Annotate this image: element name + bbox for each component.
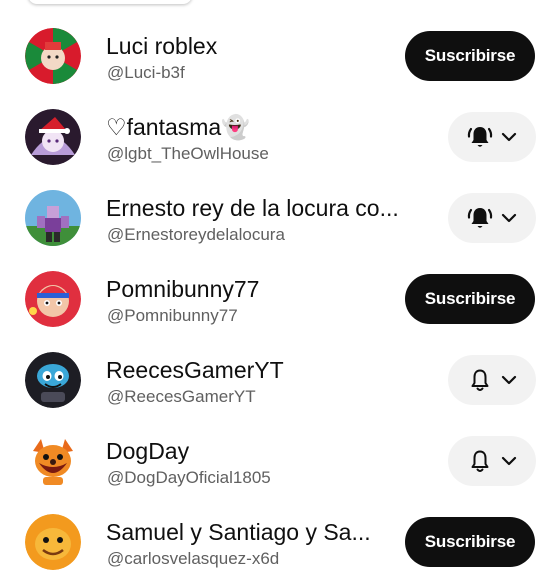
channel-handle: @Ernestoreydelalocura bbox=[107, 225, 285, 244]
avatar-image bbox=[25, 433, 81, 489]
channel-row[interactable]: ♡fantasma👻 @lgbt_TheOwlHouse bbox=[0, 97, 560, 178]
channel-handle: @lgbt_TheOwlHouse bbox=[107, 144, 269, 163]
channel-row[interactable]: DogDay @DogDayOficial1805 bbox=[0, 421, 560, 502]
chevron-down-icon bbox=[501, 375, 517, 385]
avatar-image bbox=[25, 28, 81, 84]
channel-avatar[interactable] bbox=[25, 271, 81, 327]
avatar-image bbox=[25, 352, 81, 408]
avatar-image bbox=[25, 514, 81, 570]
notification-settings-button[interactable] bbox=[448, 193, 536, 243]
channel-row[interactable]: Samuel y Santiago y Sa... @carlosvelasqu… bbox=[0, 502, 560, 583]
notification-settings-button[interactable] bbox=[448, 112, 536, 162]
channel-name: Samuel y Santiago y Sa... bbox=[106, 519, 371, 545]
channel-avatar[interactable] bbox=[25, 514, 81, 570]
channel-handle: @ReecesGamerYT bbox=[107, 387, 256, 406]
avatar-image bbox=[25, 271, 81, 327]
channel-handle: @Pomnibunny77 bbox=[107, 306, 238, 325]
channel-handle: @Luci-b3f bbox=[107, 63, 185, 82]
chevron-down-icon bbox=[501, 132, 517, 142]
subscribe-button[interactable]: Suscribirse bbox=[405, 274, 535, 324]
avatar-image bbox=[25, 190, 81, 246]
channel-avatar[interactable] bbox=[25, 109, 81, 165]
chevron-down-icon bbox=[501, 456, 517, 466]
channel-name: DogDay bbox=[106, 438, 190, 464]
chevron-down-icon bbox=[501, 213, 517, 223]
subscribe-button[interactable]: Suscribirse bbox=[405, 31, 535, 81]
channel-avatar[interactable] bbox=[25, 28, 81, 84]
channel-avatar[interactable] bbox=[25, 352, 81, 408]
channel-avatar[interactable] bbox=[25, 190, 81, 246]
channel-handle: @carlosvelasquez-x6d bbox=[107, 549, 280, 568]
channel-row[interactable]: Pomnibunny77 @Pomnibunny77 Suscribirse bbox=[0, 259, 560, 340]
avatar-image bbox=[25, 109, 81, 165]
channel-name: Pomnibunny77 bbox=[106, 276, 260, 302]
channel-handle: @DogDayOficial1805 bbox=[107, 468, 271, 487]
previous-element-edge bbox=[28, 0, 192, 4]
channel-avatar[interactable] bbox=[25, 433, 81, 489]
channel-row[interactable]: Luci roblex @Luci-b3f Suscribirse bbox=[0, 16, 560, 97]
notification-settings-button[interactable] bbox=[448, 436, 536, 486]
channel-name: ReecesGamerYT bbox=[106, 357, 284, 383]
channel-row[interactable]: Ernesto rey de la locura co... @Ernestor… bbox=[0, 178, 560, 259]
bell-ringing-filled-icon bbox=[467, 127, 493, 147]
bell-outline-icon bbox=[471, 369, 489, 391]
channel-row[interactable]: ReecesGamerYT @ReecesGamerYT bbox=[0, 340, 560, 421]
bell-ringing-filled-icon bbox=[467, 208, 493, 228]
bell-outline-icon bbox=[471, 450, 489, 472]
channel-name: Ernesto rey de la locura co... bbox=[106, 195, 399, 221]
channel-name: ♡fantasma👻 bbox=[106, 114, 250, 140]
notification-settings-button[interactable] bbox=[448, 355, 536, 405]
channel-name: Luci roblex bbox=[106, 33, 218, 59]
